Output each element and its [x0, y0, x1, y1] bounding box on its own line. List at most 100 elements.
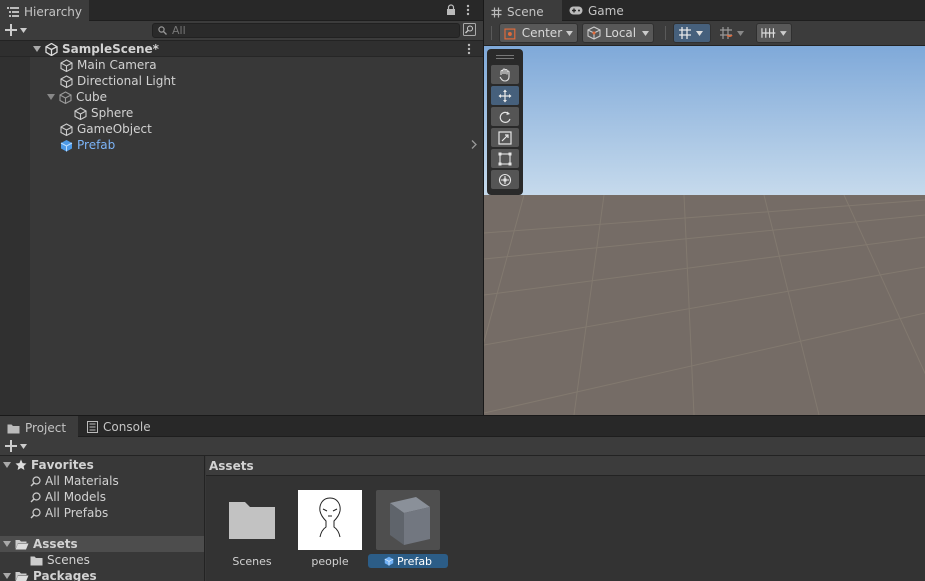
gameobject-cube-icon — [59, 90, 72, 104]
search-icon — [30, 475, 41, 486]
prefab-cube-icon — [60, 139, 73, 151]
create-dropdown-button[interactable] — [5, 24, 27, 36]
asset-label-selected: Prefab — [368, 554, 448, 568]
project-assets-grid: Assets Scenes people Prefab — [206, 456, 925, 581]
chevron-down-icon[interactable] — [47, 94, 55, 100]
tab-project[interactable]: Project — [0, 416, 78, 438]
gamepad-icon — [569, 6, 583, 15]
toolbar-divider — [665, 26, 666, 40]
favorite-item-all-materials[interactable]: All Materials — [0, 473, 204, 489]
project-tabbar: Project Console — [0, 416, 925, 438]
prefab-cube-preview — [390, 497, 430, 545]
lock-icon[interactable] — [446, 4, 456, 16]
scene-viewport[interactable] — [484, 46, 925, 415]
hierarchy-item-prefab[interactable]: Prefab — [60, 137, 115, 153]
chevron-down-icon[interactable] — [3, 573, 11, 579]
gameobject-cube-icon — [60, 74, 73, 88]
pivot-space-dropdown[interactable]: Local — [582, 23, 654, 43]
scene-grid — [484, 195, 925, 415]
tab-hierarchy[interactable]: Hierarchy — [0, 0, 89, 22]
hierarchy-item-label: Main Camera — [77, 58, 157, 72]
tab-scene-label: Scene — [507, 5, 544, 19]
asset-item-scenes[interactable]: Scenes — [212, 490, 292, 568]
project-folder-tree: Favorites All Materials All Models All P… — [0, 456, 205, 581]
chevron-right-icon[interactable] — [471, 140, 477, 149]
open-folder-icon — [15, 539, 29, 549]
scene-panel: Scene Game Center Local — [484, 0, 925, 415]
asset-thumbnail — [298, 490, 362, 550]
star-icon — [15, 459, 27, 470]
scene-tabbar: Scene Game — [484, 0, 925, 22]
asset-label: Scenes — [232, 554, 272, 568]
local-space-icon — [587, 26, 601, 40]
scene-menu-icon[interactable] — [467, 43, 471, 55]
favorite-item-all-prefabs[interactable]: All Prefabs — [0, 505, 204, 521]
transform-tools-overlay — [487, 49, 523, 195]
scale-icon — [498, 130, 512, 145]
hierarchy-search-input[interactable]: All — [152, 23, 460, 38]
assets-folder-label: Assets — [33, 537, 78, 551]
people-sketch-image — [319, 497, 341, 538]
project-toolbar — [0, 437, 925, 456]
rect-tool-button[interactable] — [491, 149, 519, 168]
hierarchy-item-sphere[interactable]: Sphere — [74, 105, 133, 121]
pivot-mode-dropdown[interactable]: Center — [499, 23, 578, 43]
search-by-type-icon[interactable] — [463, 23, 476, 36]
plus-icon — [5, 440, 17, 452]
grid-toggle-button[interactable] — [673, 23, 711, 43]
packages-folder-row[interactable]: Packages — [0, 568, 204, 581]
scene-visibility-dropdown[interactable] — [756, 23, 792, 43]
hierarchy-toolbar: All — [0, 21, 483, 41]
chevron-down-icon[interactable] — [3, 462, 11, 468]
favorites-row[interactable]: Favorites — [0, 457, 204, 473]
favorite-item-label: All Models — [45, 490, 106, 504]
move-tool-button[interactable] — [491, 86, 519, 105]
ground-plane — [484, 195, 925, 415]
favorite-item-label: All Materials — [45, 474, 119, 488]
search-icon — [158, 26, 167, 35]
chevron-down-icon — [20, 443, 27, 449]
kebab-menu-icon[interactable] — [466, 4, 470, 16]
rect-transform-icon — [498, 152, 512, 165]
transform-tool-button[interactable] — [491, 170, 519, 189]
rotate-tool-button[interactable] — [491, 107, 519, 126]
assets-folder-row[interactable]: Assets — [0, 536, 204, 552]
scene-root-row[interactable]: SampleScene* — [33, 41, 159, 57]
hierarchy-panel: Hierarchy All SampleScene* Main Camera D… — [0, 0, 483, 415]
hierarchy-item-main-camera[interactable]: Main Camera — [60, 57, 157, 73]
folder-icon — [7, 423, 20, 434]
breadcrumb-assets[interactable]: Assets — [209, 459, 254, 473]
folder-icon — [30, 556, 43, 565]
tab-game[interactable]: Game — [562, 0, 631, 21]
grid-snap-icon — [679, 27, 691, 39]
gameobject-cube-icon — [60, 122, 73, 136]
chevron-down-icon[interactable] — [3, 541, 11, 547]
transform-icon — [498, 173, 512, 186]
packages-folder-label: Packages — [33, 569, 97, 581]
asset-item-people[interactable]: people — [290, 490, 370, 568]
hierarchy-item-directional-light[interactable]: Directional Light — [60, 73, 176, 89]
plus-icon — [5, 24, 17, 36]
tab-console[interactable]: Console — [80, 416, 158, 437]
folder-item-scenes[interactable]: Scenes — [0, 552, 204, 568]
prefab-cube-icon — [384, 556, 394, 566]
hash-icon — [491, 7, 502, 18]
hand-tool-button[interactable] — [491, 65, 519, 84]
open-folder-icon — [15, 571, 29, 581]
favorite-item-all-models[interactable]: All Models — [0, 489, 204, 505]
pivot-center-icon — [504, 28, 516, 40]
increment-snap-button[interactable] — [714, 23, 752, 43]
asset-item-prefab[interactable]: Prefab — [368, 490, 448, 568]
chevron-down-icon[interactable] — [33, 46, 41, 52]
tab-scene[interactable]: Scene — [484, 0, 562, 22]
project-create-button[interactable] — [5, 440, 27, 452]
hierarchy-item-label: Cube — [76, 90, 107, 104]
hierarchy-item-gameobject[interactable]: GameObject — [60, 121, 152, 137]
breadcrumb: Assets — [206, 456, 925, 476]
search-icon — [30, 491, 41, 502]
scale-tool-button[interactable] — [491, 128, 519, 147]
hierarchy-item-cube[interactable]: Cube — [47, 89, 107, 105]
tab-project-label: Project — [25, 421, 67, 435]
move-icon — [498, 89, 512, 102]
drag-handle[interactable] — [496, 55, 514, 59]
